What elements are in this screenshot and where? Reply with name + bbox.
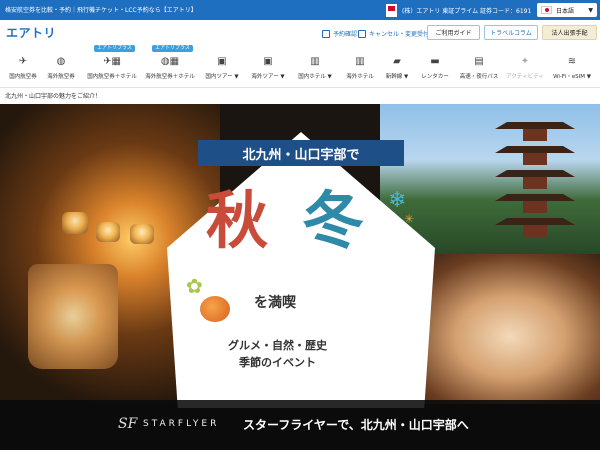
cancel-change-link[interactable]: キャンセル・変更受付: [358, 29, 429, 38]
starflyer-brand: STARFLYER: [143, 419, 220, 429]
ginkgo-leaf-icon: ✿: [186, 274, 203, 298]
pagoda-image: [495, 112, 575, 242]
hero-ribbon: 北九州・山口宇部で: [198, 140, 404, 166]
atori-plus-badge: エアトリプラス: [94, 45, 135, 52]
nav-label: 新幹線 ▼: [385, 74, 409, 80]
nav-activities[interactable]: ✦ アクティビティ: [506, 45, 544, 85]
hotel-icon: ▥: [355, 56, 365, 67]
starflyer-banner[interactable]: SF STARFLYER スターフライヤーで、北九州・山口宇部へ: [0, 400, 600, 450]
japan-flag-icon: [541, 6, 552, 14]
suitcase-icon: ▣: [217, 56, 227, 67]
nav-shinkansen[interactable]: ▰ 新幹線 ▼: [383, 45, 411, 85]
nav-divider: [0, 87, 600, 88]
nav-domestic-hotels[interactable]: ▥ 国内ホテル ▼: [296, 45, 334, 85]
snowflake-icon: ✳: [404, 212, 415, 226]
suitcase-icon: ▣: [263, 56, 273, 67]
top-bar: 格安航空券を比較・予約｜飛行機チケット・LCC予約なら【エアトリ】 (株）エアト…: [0, 0, 600, 20]
nav-international-flight-hotel[interactable]: エアトリプラス ◍▦ 海外航空券＋ホテル: [144, 45, 196, 85]
nav-label: 国内ホテル ▼: [298, 74, 332, 80]
hero-title-winter: 冬: [302, 184, 365, 257]
travel-column-button[interactable]: トラベルコラム: [484, 25, 538, 40]
hero-title-autumn: 秋: [206, 184, 269, 257]
nav-label: 海外航空券: [47, 74, 75, 80]
calendar-icon: [358, 29, 366, 38]
reservation-check-label: 予約確認: [333, 31, 358, 38]
company-logo-icon: [386, 3, 397, 17]
hero-subtitle-2: 季節のイベント: [239, 356, 316, 369]
chevron-down-icon: ▼: [588, 6, 593, 14]
bamboo-lantern-image: [62, 212, 88, 234]
bus-icon: ▤: [474, 56, 484, 67]
glass-lantern-image: [28, 264, 118, 369]
nav-label: 海外航空券＋ホテル: [145, 74, 195, 80]
nav-rental-car[interactable]: ▬ レンタカー: [420, 45, 450, 85]
site-tagline: 格安航空券を比較・予約｜飛行機チケット・LCC予約なら【エアトリ】: [5, 7, 197, 14]
nav-label: 海外ホテル: [346, 74, 374, 80]
usage-guide-button[interactable]: ご利用ガイド: [427, 25, 480, 40]
activity-icon: ✦: [520, 56, 530, 67]
service-nav: ✈ 国内航空券 ◍ 海外航空券 エアトリプラス ✈▦ 国内航空券＋ホテル エアト…: [0, 45, 600, 85]
nav-label: 国内航空券＋ホテル: [87, 74, 137, 80]
nav-domestic-flight-hotel[interactable]: エアトリプラス ✈▦ 国内航空券＋ホテル: [85, 45, 139, 85]
nav-international-flights[interactable]: ◍ 海外航空券: [46, 45, 76, 85]
language-label: 日本語: [556, 7, 575, 15]
bamboo-lantern-image: [96, 222, 120, 242]
nav-domestic-tours[interactable]: ▣ 国内ツアー ▼: [204, 45, 240, 85]
wifi-icon: ≋: [567, 56, 577, 67]
nav-highway-bus[interactable]: ▤ 高速・夜行バス: [459, 45, 499, 85]
atori-plus-badge: エアトリプラス: [152, 45, 193, 52]
plane-hotel-icon: ✈▦: [103, 56, 121, 67]
corporate-travel-button[interactable]: 法人出張手配: [542, 25, 597, 40]
airplane-icon: ✈: [18, 56, 28, 67]
nav-label: Wi-Fi・eSIM ▼: [553, 74, 591, 80]
car-icon: ▬: [430, 56, 440, 67]
nav-label: 海外ツアー ▼: [251, 74, 285, 80]
globe-icon: ◍: [56, 56, 66, 67]
nav-label: 高速・夜行バス: [459, 74, 499, 80]
company-info[interactable]: (株）エアトリ 東証プライム 証券コード：6191: [386, 3, 531, 17]
calendar-icon: [322, 29, 330, 38]
starflyer-message: スターフライヤーで、北九州・山口宇部へ: [243, 418, 469, 432]
hero-title-enjoy: を満喫: [254, 295, 296, 311]
nav-international-hotels[interactable]: ▥ 海外ホテル: [344, 45, 376, 85]
starflyer-logo-icon: SF: [118, 416, 138, 432]
reservation-check-link[interactable]: 予約確認: [322, 29, 357, 38]
hotel-icon: ▥: [310, 56, 320, 67]
nav-wifi-esim[interactable]: ≋ Wi-Fi・eSIM ▼: [552, 45, 592, 85]
globe-hotel-icon: ◍▦: [160, 56, 180, 67]
bullet-train-icon: ▰: [393, 56, 401, 67]
nav-label: レンタカー: [421, 74, 449, 80]
nav-domestic-flights[interactable]: ✈ 国内航空券: [8, 45, 38, 85]
company-info-text: (株）エアトリ 東証プライム 証券コード：6191: [402, 7, 532, 15]
persimmon-icon: [200, 296, 230, 322]
bamboo-lantern-image: [130, 224, 154, 244]
nav-label: 国内ツアー ▼: [205, 74, 239, 80]
cancel-change-label: キャンセル・変更受付: [369, 31, 430, 38]
snowflake-icon: ❄: [388, 188, 407, 213]
nav-international-tours[interactable]: ▣ 海外ツアー ▼: [250, 45, 286, 85]
nav-label: アクティビティ: [506, 74, 544, 80]
breadcrumb[interactable]: 北九州・山口宇部の魅力をご紹介！: [5, 91, 101, 100]
hero-subtitle-1: グルメ・自然・歴史: [228, 339, 327, 352]
site-logo[interactable]: エアトリ: [6, 24, 56, 41]
nav-label: 国内航空券: [9, 74, 37, 80]
language-selector[interactable]: 日本語 ▼: [537, 3, 597, 17]
